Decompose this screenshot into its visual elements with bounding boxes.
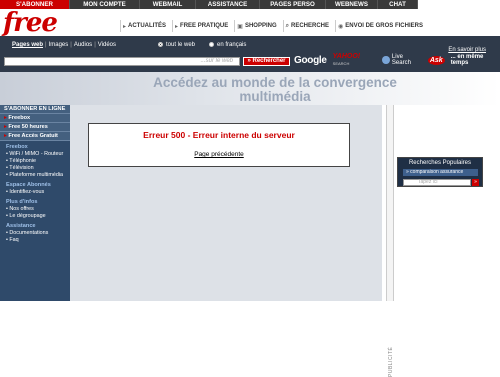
- ask-logo: Ask: [427, 55, 445, 65]
- sub-navigation: ▸ ACTUALITÉS ▸ FREE PRATIQUE ▣ SHOPPING ⌕ RE…: [120, 20, 425, 32]
- sidebar: S'ABONNER EN LIGNE Freebox Free 50 heure…: [0, 105, 70, 301]
- nav-webnews[interactable]: WEBNEWS: [326, 0, 378, 9]
- sidebar-offer-gratuit[interactable]: Free Accès Gratuit: [0, 132, 70, 141]
- tab-audios[interactable]: Audios: [72, 42, 94, 48]
- sidebar-link-documentations[interactable]: Documentations: [0, 230, 70, 237]
- popular-searches-title: Recherches Populaires: [408, 160, 472, 166]
- error-box: Erreur 500 - Erreur interne du serveur P…: [88, 123, 350, 167]
- nav-chat[interactable]: CHAT: [378, 0, 418, 9]
- headline-text: Accédez au monde de la convergence multi…: [153, 75, 397, 104]
- nav-webmail[interactable]: WEBMAIL: [140, 0, 196, 9]
- sidebar-link-faq[interactable]: Faq: [0, 237, 70, 244]
- nav-pages-perso[interactable]: PAGES PERSO: [260, 0, 326, 9]
- sidebar-section-assistance: Assistance: [6, 223, 36, 229]
- sidebar-link-telephonie[interactable]: Téléphonie: [0, 158, 70, 165]
- advertising-band: PUBLICITÉ: [386, 105, 394, 377]
- partners-suffix: ... en même temps: [450, 54, 484, 66]
- cart-icon: ▣: [237, 23, 243, 30]
- popular-search-input[interactable]: Tapez ici: [403, 179, 471, 186]
- top-navigation: S'ABONNER MON COMPTE WEBMAIL ASSISTANCE …: [0, 0, 418, 9]
- popular-searches-widget: Recherches Populaires » comparaison assu…: [397, 157, 483, 187]
- top-banner: free S'ABONNER MON COMPTE WEBMAIL ASSIST…: [0, 0, 500, 38]
- error-title: Erreur 500 - Erreur interne du serveur: [143, 130, 295, 140]
- google-logo: Google: [294, 54, 327, 66]
- magnifier-icon: ⌕: [285, 22, 289, 29]
- free-logo[interactable]: free: [3, 8, 58, 38]
- sidebar-subscribe-title[interactable]: S'ABONNER EN LIGNE: [0, 105, 70, 114]
- sidebar-link-identifiez[interactable]: Identifiez-vous: [0, 189, 70, 196]
- sidebar-offer-freebox[interactable]: Freebox: [0, 114, 70, 123]
- headline-banner: Accédez au monde de la convergence multi…: [0, 72, 500, 105]
- arrow-icon: ▸: [175, 23, 179, 30]
- subnav-shopping[interactable]: ▣ SHOPPING: [234, 20, 278, 32]
- main-content: Erreur 500 - Erreur interne du serveur P…: [70, 105, 382, 301]
- tab-pages-web[interactable]: Pages web: [10, 42, 45, 48]
- globe-icon: [382, 56, 390, 64]
- search-button[interactable]: » Rechercher: [243, 57, 290, 66]
- tab-images[interactable]: Images: [47, 42, 71, 48]
- popular-search-go-button[interactable]: »: [472, 179, 479, 186]
- nav-sabonner[interactable]: S'ABONNER: [0, 0, 70, 9]
- scope-all-web[interactable]: tout le web: [158, 42, 195, 48]
- sidebar-link-offres[interactable]: Nos offres: [0, 206, 70, 213]
- live-search-logo: Live Search: [382, 54, 422, 66]
- arrow-icon: ▸: [123, 23, 127, 30]
- sidebar-section-espace-abonnes: Espace Abonnés: [6, 182, 51, 188]
- search-input[interactable]: ...sur le web: [4, 57, 240, 66]
- search-tabs: Pages web | Images | Audios | Vidéos: [10, 42, 118, 48]
- sidebar-offer-free50[interactable]: Free 50 heures: [0, 123, 70, 132]
- advertising-label: PUBLICITÉ: [388, 346, 394, 377]
- radio-icon[interactable]: [209, 42, 215, 47]
- popular-search-select[interactable]: » comparaison assurance: [403, 169, 478, 176]
- upload-icon: ◉: [338, 23, 344, 30]
- subnav-envoi-fichiers[interactable]: ◉ ENVOI DE GROS FICHIERS: [335, 20, 425, 32]
- subnav-free-pratique[interactable]: ▸ FREE PRATIQUE: [172, 20, 230, 32]
- search-band: Pages web | Images | Audios | Vidéos tout l…: [0, 36, 500, 72]
- search-scope: tout le web en français: [158, 42, 246, 48]
- sidebar-link-degroupage[interactable]: Le dégroupage: [0, 213, 70, 220]
- previous-page-link[interactable]: Page précédente: [89, 151, 349, 158]
- radio-icon[interactable]: [158, 42, 163, 47]
- sidebar-section-plus-infos: Plus d'infos: [6, 199, 38, 205]
- tab-videos[interactable]: Vidéos: [96, 42, 118, 48]
- subnav-recherche[interactable]: ⌕ RECHERCHE: [282, 20, 331, 32]
- sidebar-link-wifi[interactable]: WiFi / MIMO - Routeur: [0, 151, 70, 158]
- sidebar-link-television[interactable]: Télévision: [0, 165, 70, 172]
- nav-mon-compte[interactable]: MON COMPTE: [70, 0, 140, 9]
- scope-french[interactable]: en français: [209, 42, 246, 48]
- search-partners: Google YAHOO! SEARCH Live Search Ask ...…: [294, 53, 500, 67]
- nav-assistance[interactable]: ASSISTANCE: [196, 0, 260, 9]
- subnav-actualites[interactable]: ▸ ACTUALITÉS: [120, 20, 168, 32]
- sidebar-section-freebox: Freebox: [6, 144, 28, 150]
- sidebar-link-plateforme[interactable]: Plateforme multimédia: [0, 172, 70, 179]
- yahoo-logo: YAHOO! SEARCH: [332, 53, 361, 66]
